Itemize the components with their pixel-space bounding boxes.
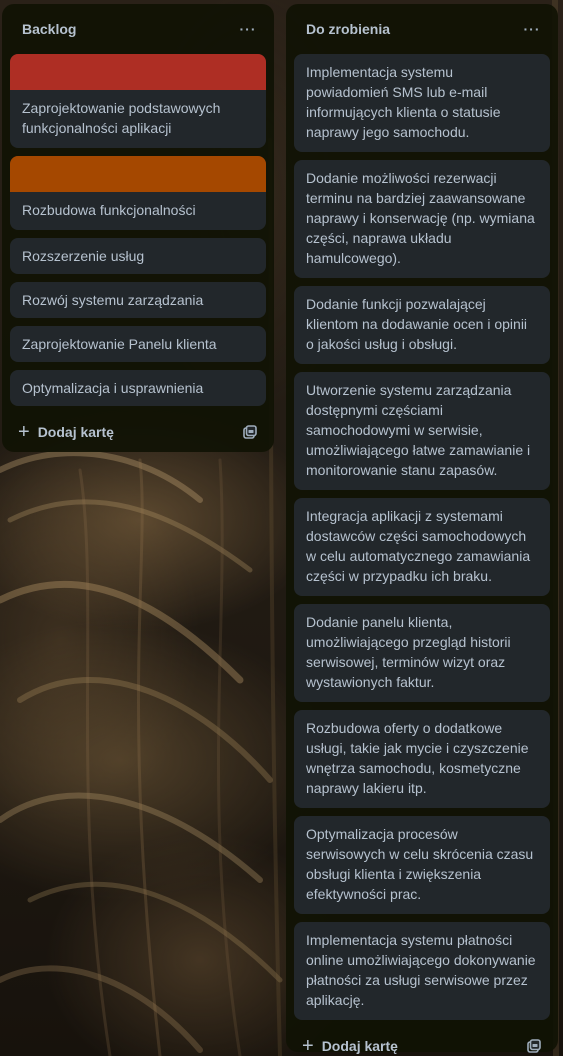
list-backlog[interactable]: Backlog ··· Zaprojektowanie podstawowych…	[2, 4, 274, 452]
card[interactable]: Rozwój systemu zarządzania	[10, 282, 266, 318]
card-title: Dodanie panelu klienta, umożliwiającego …	[306, 614, 511, 690]
add-card-label: Dodaj kartę	[321, 1038, 398, 1054]
card-title: Zaprojektowanie podstawowych funkcjonaln…	[22, 100, 221, 136]
more-dots-icon[interactable]: ···	[518, 15, 546, 43]
more-dots-icon[interactable]: ···	[234, 15, 262, 43]
card-title: Rozbudowa funkcjonalności	[22, 202, 196, 218]
card[interactable]: Dodanie panelu klienta, umożliwiającego …	[294, 604, 550, 702]
list-header: Do zrobienia ···	[294, 4, 550, 54]
add-card-label: Dodaj kartę	[37, 424, 114, 440]
card[interactable]: Rozbudowa oferty o dodatkowe usługi, tak…	[294, 710, 550, 808]
card[interactable]: Utworzenie systemu zarządzania dostępnym…	[294, 372, 550, 490]
card-cover	[10, 156, 266, 192]
card-template-icon[interactable]	[238, 420, 262, 444]
list-title[interactable]: Do zrobienia	[306, 21, 390, 37]
card-list: Implementacja systemu powiadomień SMS lu…	[294, 54, 550, 1020]
card[interactable]: Optymalizacja i usprawnienia	[10, 370, 266, 406]
card-cover	[10, 54, 266, 90]
card-title: Utworzenie systemu zarządzania dostępnym…	[306, 382, 531, 478]
list-title[interactable]: Backlog	[22, 21, 76, 37]
card[interactable]: Dodanie funkcji pozwalającej klientom na…	[294, 286, 550, 364]
card-title: Rozszerzenie usług	[22, 248, 145, 264]
plus-icon: +	[302, 1035, 314, 1056]
card[interactable]: Rozszerzenie usług	[10, 238, 266, 274]
list-header: Backlog ···	[10, 4, 266, 54]
card-title: Implementacja systemu powiadomień SMS lu…	[306, 64, 501, 140]
plus-icon: +	[18, 421, 30, 443]
card[interactable]: Zaprojektowanie podstawowych funkcjonaln…	[10, 54, 266, 148]
card-title: Optymalizacja procesów serwisowych w cel…	[306, 826, 534, 902]
card[interactable]: Implementacja systemu płatności online u…	[294, 922, 550, 1020]
add-card-button[interactable]: + Dodaj kartę	[302, 1036, 398, 1056]
card[interactable]: Optymalizacja procesów serwisowych w cel…	[294, 816, 550, 914]
list-footer: + Dodaj kartę	[10, 414, 266, 450]
list-do-zrobienia[interactable]: Do zrobienia ··· Implementacja systemu p…	[286, 4, 558, 1056]
card-list: Zaprojektowanie podstawowych funkcjonaln…	[10, 54, 266, 406]
card-title: Rozwój systemu zarządzania	[22, 292, 204, 308]
card-title: Zaprojektowanie Panelu klienta	[22, 336, 217, 352]
card[interactable]: Rozbudowa funkcjonalności	[10, 156, 266, 230]
card[interactable]: Integracja aplikacji z systemami dostawc…	[294, 498, 550, 596]
card[interactable]: Implementacja systemu powiadomień SMS lu…	[294, 54, 550, 152]
card[interactable]: Zaprojektowanie Panelu klienta	[10, 326, 266, 362]
card-title: Integracja aplikacji z systemami dostawc…	[306, 508, 531, 584]
card-title: Implementacja systemu płatności online u…	[306, 932, 536, 1008]
card-title: Rozbudowa oferty o dodatkowe usługi, tak…	[306, 720, 529, 796]
list-footer: + Dodaj kartę	[294, 1028, 550, 1056]
add-card-button[interactable]: + Dodaj kartę	[18, 422, 114, 442]
card-title: Dodanie możliwości rezerwacji terminu na…	[306, 170, 535, 266]
card-title: Dodanie funkcji pozwalającej klientom na…	[306, 296, 528, 352]
card-template-icon[interactable]	[522, 1034, 546, 1056]
card-title: Optymalizacja i usprawnienia	[22, 380, 204, 396]
card[interactable]: Dodanie możliwości rezerwacji terminu na…	[294, 160, 550, 278]
